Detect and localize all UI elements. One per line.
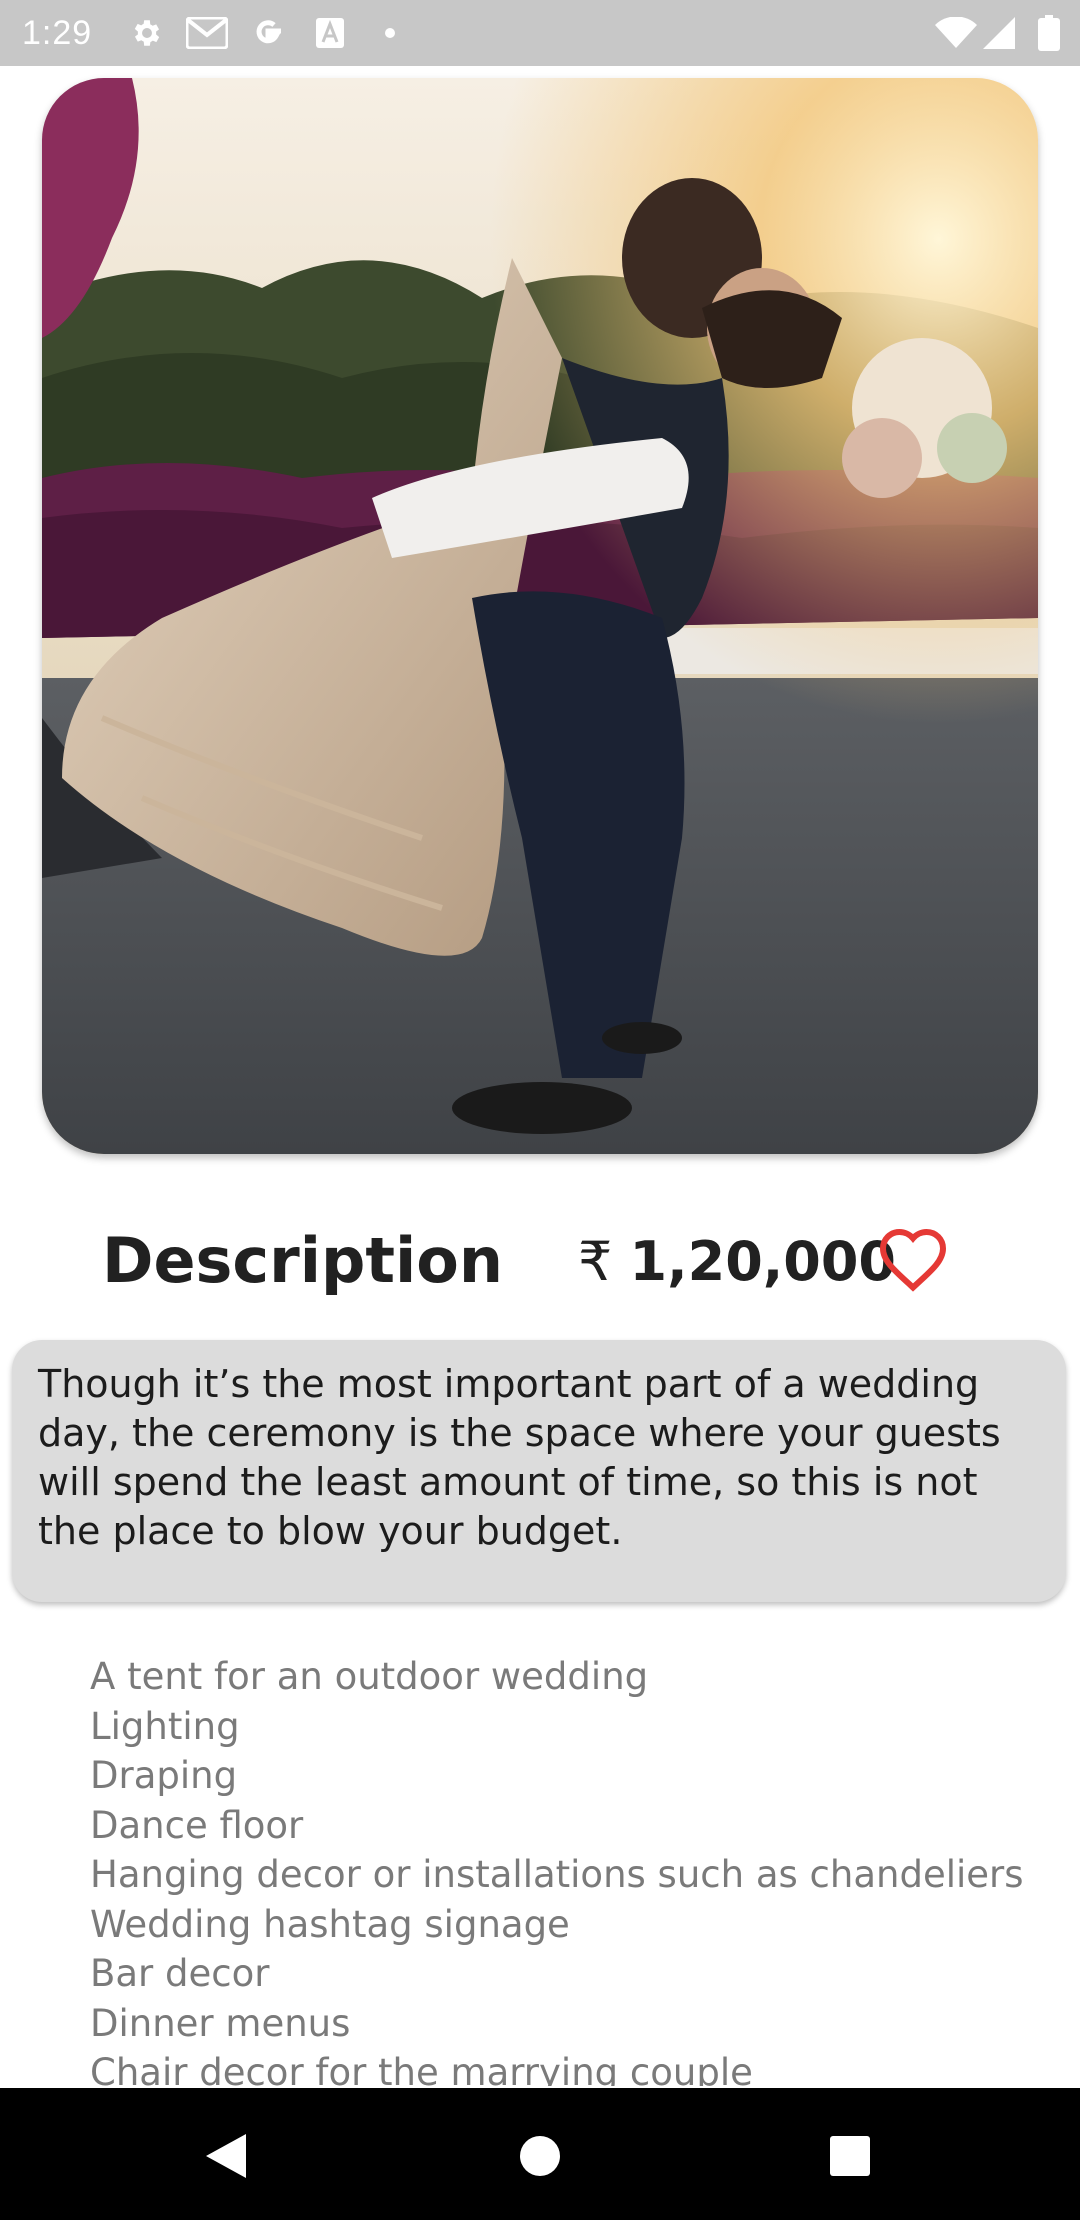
list-item: Hanging decor or installations such as c… bbox=[90, 1853, 1024, 1896]
description-card: Though it’s the most important part of a… bbox=[12, 1340, 1066, 1602]
list-item: Chair decor for the marrying couple bbox=[90, 2051, 753, 2086]
price-value: 1,20,000 bbox=[629, 1230, 896, 1293]
wifi-icon bbox=[934, 14, 978, 52]
favorite-button[interactable] bbox=[872, 1222, 954, 1300]
currency-symbol: ₹ bbox=[578, 1230, 613, 1293]
home-button[interactable] bbox=[510, 2128, 570, 2188]
list-item: Dance floor bbox=[90, 1803, 304, 1847]
signal-icon bbox=[982, 14, 1016, 52]
font-icon bbox=[314, 14, 346, 52]
list-item: Lighting bbox=[90, 1704, 240, 1748]
battery-icon bbox=[1036, 14, 1062, 52]
hero-image bbox=[42, 78, 1038, 1154]
back-icon bbox=[204, 2132, 248, 2184]
recents-icon bbox=[829, 2135, 871, 2181]
list-item: Bar decor bbox=[90, 1952, 270, 1995]
price: ₹ 1,20,000 bbox=[578, 1220, 896, 1304]
home-icon bbox=[518, 2134, 562, 2182]
list-item: A tent for an outdoor wedding bbox=[90, 1655, 649, 1698]
heart-outline-icon bbox=[876, 1226, 950, 1296]
items-list[interactable]: A tent for an outdoor wedding Lighting D… bbox=[90, 1652, 1050, 2086]
google-icon bbox=[248, 14, 288, 52]
gmail-icon bbox=[184, 14, 230, 52]
screen: 1:29 Description ₹ 1,20,000 Though it’s … bbox=[0, 0, 1080, 2220]
list-item: Draping bbox=[90, 1754, 238, 1797]
recents-button[interactable] bbox=[820, 2128, 880, 2188]
back-button[interactable] bbox=[196, 2128, 256, 2188]
status-time: 1:29 bbox=[22, 14, 93, 52]
navigation-bar bbox=[0, 2088, 1080, 2220]
dot-icon bbox=[380, 14, 400, 52]
list-item: Dinner menus bbox=[90, 2001, 351, 2045]
gear-icon bbox=[128, 14, 166, 52]
list-item: Wedding hashtag signage bbox=[90, 1902, 570, 1946]
description-heading: Description bbox=[102, 1224, 504, 1297]
description-text: Though it’s the most important part of a… bbox=[38, 1362, 1001, 1553]
status-bar: 1:29 bbox=[0, 0, 1080, 66]
